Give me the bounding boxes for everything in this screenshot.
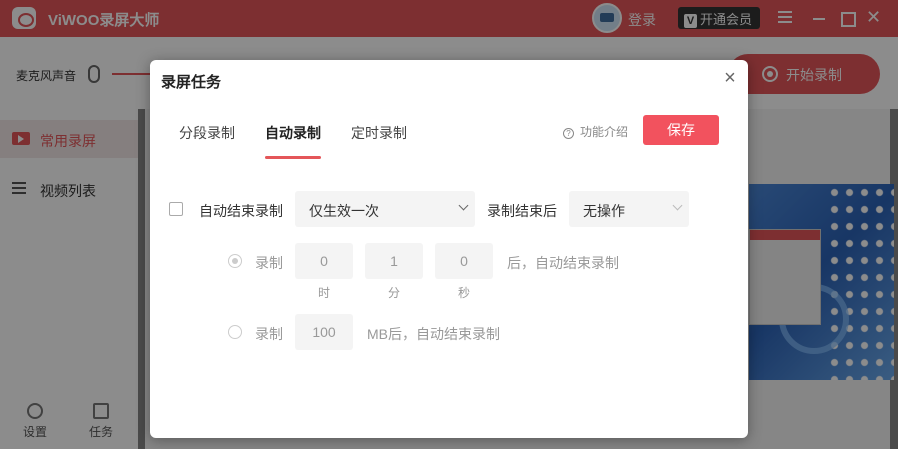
tab-auto-record[interactable]: 自动录制 (265, 123, 321, 143)
after-end-select[interactable]: 无操作 (569, 191, 689, 227)
frequency-value: 仅生效一次 (309, 203, 379, 219)
chevron-down-icon (457, 201, 471, 215)
feature-intro-link[interactable]: ? 功能介绍 (563, 123, 628, 140)
minutes-unit: 分 (387, 286, 400, 300)
end-by-time-radio[interactable] (228, 254, 242, 268)
seconds-input[interactable]: 0 (435, 243, 493, 279)
dialog-title: 录屏任务 (161, 74, 222, 91)
chevron-down-icon (671, 201, 685, 215)
minutes-input[interactable]: 1 (365, 243, 423, 279)
end-by-size-suffix: MB后，自动结束录制 (367, 326, 500, 342)
tab-segment-record[interactable]: 分段录制 (179, 123, 235, 143)
tab-scheduled-record[interactable]: 定时录制 (351, 123, 407, 143)
end-by-size-label: 录制 (255, 326, 283, 342)
size-mb-input[interactable]: 100 (295, 314, 353, 350)
question-icon: ? (563, 128, 574, 139)
hours-unit: 时 (317, 286, 330, 300)
end-by-time-suffix: 后，自动结束录制 (507, 255, 619, 271)
after-end-value: 无操作 (583, 203, 625, 219)
auto-end-checkbox[interactable] (169, 202, 183, 216)
active-tab-indicator (265, 156, 321, 159)
frequency-select[interactable]: 仅生效一次 (295, 191, 475, 227)
hours-input[interactable]: 0 (295, 243, 353, 279)
end-by-size-radio[interactable] (228, 325, 242, 339)
save-button[interactable]: 保存 (643, 115, 719, 145)
end-by-time-label: 录制 (255, 255, 283, 271)
seconds-unit: 秒 (457, 286, 470, 300)
after-end-label: 录制结束后 (487, 203, 557, 219)
record-task-dialog: 录屏任务 × 分段录制 自动录制 定时录制 ? 功能介绍 保存 自动结束录制 仅生… (150, 60, 748, 438)
close-icon[interactable]: × (720, 68, 740, 88)
auto-end-label: 自动结束录制 (199, 203, 283, 219)
feature-intro-label: 功能介绍 (580, 125, 629, 139)
